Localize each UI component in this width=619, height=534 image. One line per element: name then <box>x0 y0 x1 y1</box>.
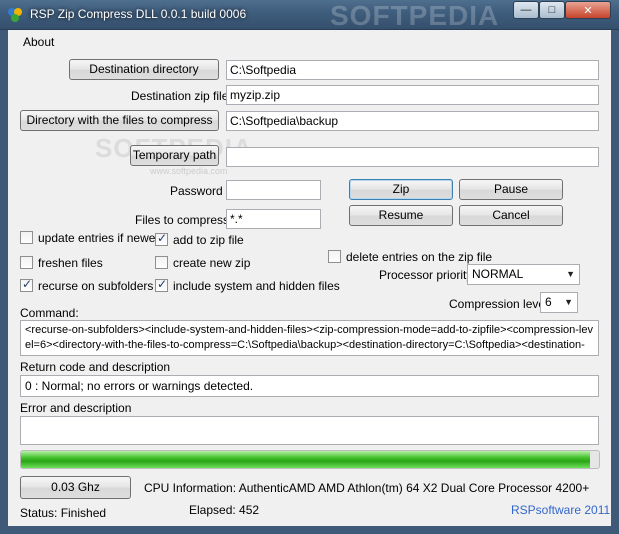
destination-directory-button[interactable]: Destination directory <box>69 59 219 80</box>
progress-bar <box>20 450 600 469</box>
create-new-zip-checkbox[interactable] <box>155 256 168 269</box>
maximize-icon: □ <box>548 4 556 16</box>
window-title: RSP Zip Compress DLL 0.0.1 build 0006 <box>30 7 247 21</box>
processor-priority-value: NORMAL <box>472 267 524 281</box>
pause-button[interactable]: Pause <box>459 179 563 200</box>
minimize-button[interactable]: — <box>513 1 539 19</box>
freshen-files-label: freshen files <box>38 256 103 270</box>
chevron-down-icon: ▼ <box>564 297 573 307</box>
cancel-button[interactable]: Cancel <box>459 205 563 226</box>
zip-button[interactable]: Zip <box>349 179 453 200</box>
add-to-zip-checkbox[interactable] <box>155 231 168 246</box>
compression-level-select[interactable]: 6 ▼ <box>540 292 578 313</box>
directory-with-files-button[interactable]: Directory with the files to compress <box>20 110 219 131</box>
include-system-hidden-label: include system and hidden files <box>173 279 340 293</box>
cpu-speed-button[interactable]: 0.03 Ghz <box>20 476 131 499</box>
directory-with-files-input[interactable]: C:\Softpedia\backup <box>226 111 599 131</box>
freshen-files-checkbox[interactable] <box>20 256 33 269</box>
recurse-subfolders-checkbox[interactable] <box>20 277 33 292</box>
processor-priority-label: Processor priority <box>379 268 473 282</box>
files-to-compress-input[interactable]: *.* <box>226 209 321 229</box>
destination-zip-file-input[interactable]: myzip.zip <box>226 85 599 105</box>
command-textarea[interactable]: <recurse-on-subfolders><include-system-a… <box>20 320 599 356</box>
chevron-down-icon: ▼ <box>566 269 575 279</box>
files-to-compress-label: Files to compress <box>135 213 230 227</box>
resume-button[interactable]: Resume <box>349 205 453 226</box>
password-label: Password <box>170 184 223 198</box>
password-input[interactable] <box>226 180 321 200</box>
error-textarea[interactable] <box>20 416 599 445</box>
title-bar[interactable]: RSP Zip Compress DLL 0.0.1 build 0006 SO… <box>0 0 619 31</box>
compression-level-value: 6 <box>545 295 552 309</box>
delete-entries-checkbox[interactable] <box>328 250 341 263</box>
return-code-label: Return code and description <box>20 360 171 374</box>
progress-bar-fill <box>21 451 591 468</box>
close-button[interactable]: ✕ <box>565 1 611 19</box>
app-icon <box>8 8 22 22</box>
recurse-subfolders-label: recurse on subfolders <box>38 279 154 293</box>
temporary-path-input[interactable] <box>226 147 599 167</box>
elapsed-text: Elapsed: 452 <box>189 503 260 517</box>
add-to-zip-label: add to zip file <box>173 233 244 247</box>
temporary-path-button[interactable]: Temporary path <box>130 145 219 166</box>
minimize-icon: — <box>520 4 532 16</box>
create-new-zip-label: create new zip <box>173 256 251 270</box>
menu-about[interactable]: About <box>23 35 54 49</box>
delete-entries-label: delete entries on the zip file <box>346 250 493 264</box>
close-icon: ✕ <box>583 4 593 17</box>
error-label: Error and description <box>20 401 132 415</box>
return-code-textarea[interactable]: 0 : Normal; no errors or warnings detect… <box>20 375 599 397</box>
compression-level-label: Compression level <box>449 297 548 311</box>
include-system-hidden-checkbox[interactable] <box>155 277 168 292</box>
rspsoftware-link[interactable]: RSPsoftware 2011 <box>511 503 610 517</box>
destination-directory-input[interactable]: C:\Softpedia <box>226 60 599 80</box>
update-entries-label: update entries if newer <box>38 231 160 245</box>
softpedia-url-watermark: www.softpedia.com <box>150 166 228 176</box>
cpu-information: CPU Information: AuthenticAMD AMD Athlon… <box>144 481 590 495</box>
processor-priority-select[interactable]: NORMAL ▼ <box>467 264 580 285</box>
maximize-button[interactable]: □ <box>539 1 565 19</box>
update-entries-checkbox[interactable] <box>20 231 33 244</box>
destination-zip-file-label: Destination zip file <box>131 89 229 103</box>
status-text: Status: Finished <box>20 506 107 520</box>
command-label: Command: <box>20 306 79 320</box>
title-watermark: SOFTPEDIA <box>330 0 500 31</box>
menu-bar: About <box>8 30 611 52</box>
